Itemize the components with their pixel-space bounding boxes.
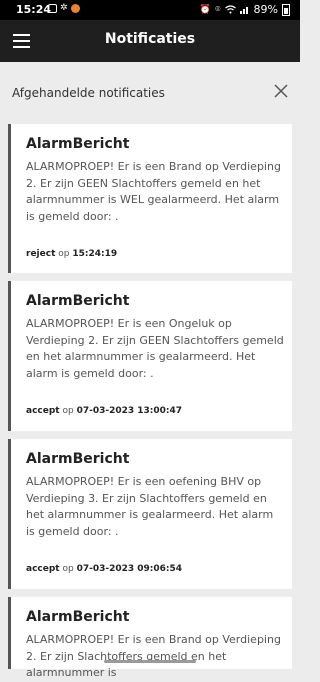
section-header: Afgehandelde notificaties <box>0 62 300 124</box>
notification-status: reject <box>26 249 56 259</box>
notification-title: AlarmBericht <box>26 293 130 309</box>
notification-body: ALARMOPROEP! Er is een Ongeluk op Verdie… <box>26 317 284 380</box>
app-bar: Notificaties <box>0 20 300 62</box>
notification-icons: ✲ <box>48 4 80 13</box>
status-bar: 15:24 ✲ ⏰ ⌾ 89% <box>0 0 300 20</box>
status-time: 15:24 <box>16 3 52 16</box>
notification-op: op <box>58 249 70 259</box>
notification-footer: reject op 15:24:19 <box>26 249 117 259</box>
notification-card[interactable]: AlarmBericht ALARMOPROEP! Er is een Bran… <box>8 124 292 273</box>
page-title: Notificaties <box>104 31 196 47</box>
notification-footer: accept op 07-03-2023 09:06:54 <box>26 564 182 574</box>
notification-timestamp: 07-03-2023 13:00:47 <box>76 406 183 416</box>
notification-card[interactable]: AlarmBericht ALARMOPROEP! Er is een Bran… <box>8 597 292 679</box>
section-label: Afgehandelde notificaties <box>12 86 165 100</box>
notification-title: AlarmBericht <box>26 609 130 625</box>
notification-timestamp: 15:24:19 <box>72 249 118 259</box>
wifi-icon <box>224 5 236 14</box>
gallery-icon <box>48 4 57 13</box>
notification-title: AlarmBericht <box>26 136 130 152</box>
notification-timestamp: 07-03-2023 09:06:54 <box>76 564 183 574</box>
battery-icon <box>282 3 290 16</box>
notification-card[interactable]: AlarmBericht ALARMOPROEP! Er is een oefe… <box>8 439 292 589</box>
signal-icon <box>239 7 248 14</box>
notification-body: ALARMOPROEP! Er is een Brand op Verdiepi… <box>26 160 281 223</box>
notification-status: accept <box>26 406 60 416</box>
notification-op: op <box>62 564 74 574</box>
alarm-icon: ⏰ <box>199 4 212 15</box>
app-icon <box>70 4 80 13</box>
system-icons: ⏰ ⌾ 89% <box>200 3 290 16</box>
notification-body: ALARMOPROEP! Er is een oefening BHV op V… <box>26 475 274 538</box>
location-icon: ⌾ <box>215 4 221 15</box>
close-icon[interactable] <box>274 84 288 98</box>
notification-op: op <box>62 406 74 416</box>
home-indicator[interactable] <box>104 660 196 663</box>
fan-icon: ✲ <box>60 3 68 13</box>
notification-title: AlarmBericht <box>26 451 130 467</box>
notification-status: accept <box>26 564 60 574</box>
battery-percentage: 89% <box>253 3 278 16</box>
notification-card[interactable]: AlarmBericht ALARMOPROEP! Er is een Onge… <box>8 281 292 431</box>
notification-body: ALARMOPROEP! Er is een Brand op Verdiepi… <box>26 633 281 679</box>
notification-footer: accept op 07-03-2023 13:00:47 <box>26 406 182 416</box>
